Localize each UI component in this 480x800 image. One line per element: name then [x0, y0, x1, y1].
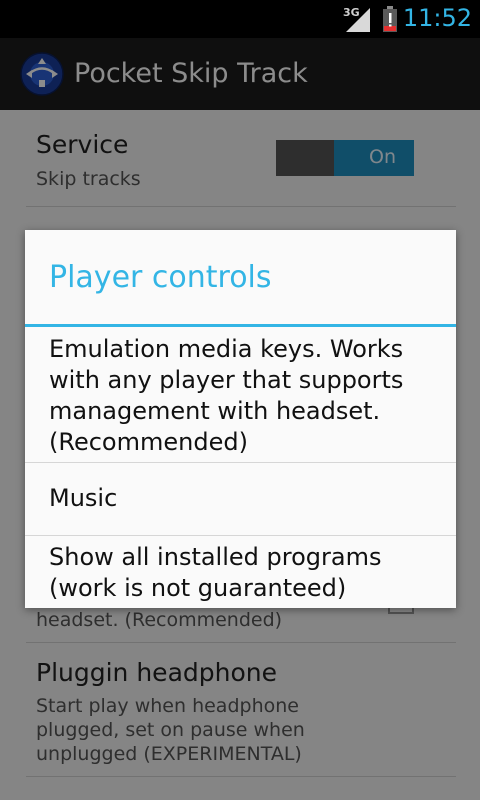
status-clock: 11:52 [402, 4, 472, 32]
battery-low-icon [383, 6, 397, 32]
status-bar: 3G 11:52 [0, 0, 480, 38]
dialog-option-label: Emulation media keys. Works with any pla… [49, 335, 404, 456]
dialog-option-music[interactable]: Music [25, 463, 456, 535]
player-controls-dialog: Player controls Emulation media keys. Wo… [25, 230, 456, 608]
dialog-option-all-programs[interactable]: Show all installed programs (work is not… [25, 536, 456, 608]
screen: 3G 11:52 Pocket Skip Track Service Skip … [0, 0, 480, 800]
dialog-option-label: Show all installed programs (work is not… [49, 543, 382, 602]
dim-overlay-actionbar [0, 38, 480, 110]
signal-bars-icon [346, 8, 370, 32]
dialog-title: Player controls [49, 260, 272, 295]
dialog-option-label: Music [49, 484, 118, 512]
dialog-option-media-keys[interactable]: Emulation media keys. Works with any pla… [25, 327, 456, 462]
